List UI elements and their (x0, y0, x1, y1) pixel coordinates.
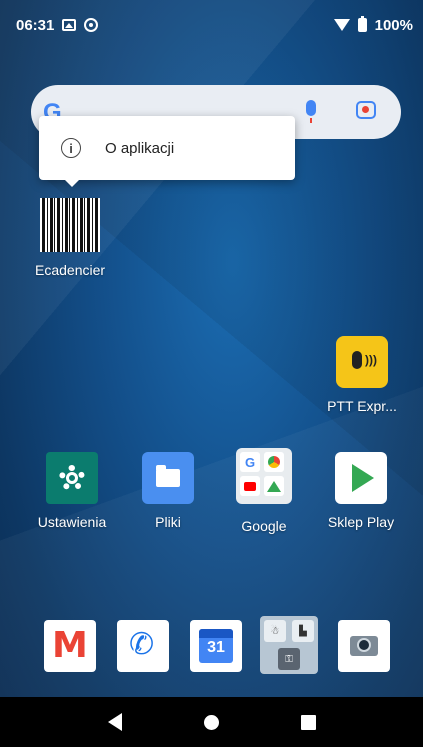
home-icon[interactable] (203, 714, 219, 730)
calendar-page: 31 (199, 629, 233, 663)
app-label-ptt: PTT Expr... (327, 398, 397, 414)
settings-gear-icon (46, 452, 98, 504)
status-time: 06:31 (16, 16, 55, 34)
app-info-menu-item[interactable]: O aplikacji (105, 140, 174, 157)
battery-icon (357, 16, 367, 32)
files-folder-icon (142, 452, 194, 504)
battery-percent: 100% (374, 16, 413, 34)
voice-search-mic-icon[interactable] (306, 100, 316, 123)
folder-shape (156, 465, 180, 487)
wifi-icon (333, 19, 350, 31)
status-bar: 06:31 100% (0, 0, 423, 50)
ptt-mic-shape (352, 351, 362, 369)
sync-notification-icon (84, 18, 99, 32)
drive-mini-icon (264, 476, 284, 496)
app-play-store[interactable]: Sklep Play (316, 452, 406, 530)
recents-icon[interactable] (300, 714, 316, 730)
phone-handset-shape: ✆ (129, 628, 155, 661)
key-mini-icon: ⚿ (278, 648, 300, 670)
play-store-icon (335, 452, 387, 504)
calendar-day: 31 (207, 639, 225, 656)
app-google-folder[interactable]: G Google (219, 448, 309, 534)
folder-icon: ☃ ▙ ⚿ (260, 616, 318, 674)
camera-icon (338, 620, 390, 672)
dock-gmail[interactable]: M (44, 620, 96, 672)
status-right: 100% (333, 16, 413, 34)
back-icon[interactable] (107, 713, 122, 731)
info-icon: i (61, 138, 81, 158)
gmail-m-shape: M (52, 625, 88, 666)
camera-lens-shape (357, 638, 371, 652)
app-ptt-express[interactable]: ))) PTT Expr... (317, 336, 407, 414)
barcode-icon (40, 198, 100, 252)
navigation-bar (0, 697, 423, 747)
signal-mini-icon: ▙ (292, 620, 314, 642)
dock-camera[interactable] (338, 620, 390, 672)
dock-calendar[interactable]: 31 (190, 620, 242, 672)
gmail-icon: M (44, 620, 96, 672)
robot-mini-icon: ☃ (264, 620, 286, 642)
image-notification-icon (62, 19, 77, 31)
calendar-icon: 31 (190, 620, 242, 672)
dock-phone[interactable]: ✆ (117, 620, 169, 672)
dock-folder[interactable]: ☃ ▙ ⚿ (260, 616, 318, 674)
ptt-wave-shape: ))) (365, 353, 377, 367)
app-files[interactable]: Pliki (123, 452, 213, 530)
app-settings[interactable]: Ustawienia (27, 452, 117, 530)
google-apps-folder-icon: G (236, 448, 292, 504)
google-g-mini-icon: G (240, 452, 260, 472)
app-shortcut-popup: i O aplikacji (39, 116, 295, 187)
chrome-mini-icon (264, 452, 284, 472)
play-triangle-shape (352, 464, 374, 492)
app-label-settings: Ustawienia (37, 514, 107, 530)
app-label-files: Pliki (155, 514, 181, 530)
status-left: 06:31 (16, 16, 99, 34)
youtube-mini-icon (240, 476, 260, 496)
app-ecadencier[interactable]: Ecadencier (25, 198, 115, 278)
app-label-ecadencier: Ecadencier (35, 262, 106, 278)
ptt-mic-icon: ))) (336, 336, 388, 388)
app-label-google: Google (241, 518, 287, 534)
phone-icon: ✆ (117, 620, 169, 672)
gear-shape (59, 465, 85, 491)
google-lens-icon[interactable] (356, 101, 376, 119)
app-label-play: Sklep Play (327, 514, 395, 530)
